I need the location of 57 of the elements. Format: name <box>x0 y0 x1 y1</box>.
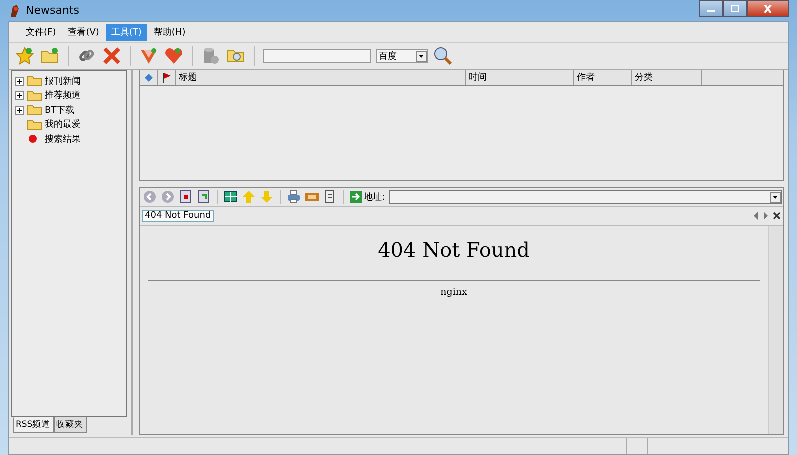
column-header[interactable]: 标题 <box>179 71 197 84</box>
address-field[interactable] <box>389 190 782 204</box>
tree-item[interactable]: 我的最爱 <box>45 118 81 132</box>
column-header[interactable]: 分类 <box>635 71 653 84</box>
maximize-icon <box>730 4 740 12</box>
back-icon[interactable] <box>143 190 157 204</box>
tab-scroll-right-icon[interactable] <box>763 212 769 220</box>
menu-item[interactable]: 文件(F) <box>21 24 62 40</box>
window-title: Newsants <box>26 4 80 17</box>
go-icon[interactable] <box>350 191 362 203</box>
menu-item[interactable]: 查看(V) <box>63 24 104 40</box>
search-field[interactable] <box>263 49 371 63</box>
expander-icon[interactable] <box>14 76 25 86</box>
close-tab-icon[interactable] <box>773 212 781 220</box>
tag-icon[interactable] <box>139 46 159 66</box>
tab[interactable]: 收藏夹 <box>54 417 87 433</box>
delete-icon[interactable] <box>102 46 122 66</box>
heart-icon[interactable] <box>164 46 184 66</box>
folder-icon <box>27 104 43 116</box>
search-engine-dropdown[interactable]: 百度 <box>376 49 428 63</box>
close-button[interactable] <box>747 0 789 17</box>
ok-box-icon[interactable] <box>305 190 319 204</box>
column-header[interactable]: 时间 <box>469 71 487 84</box>
caret-icon <box>770 192 781 202</box>
document-icon[interactable] <box>323 190 337 204</box>
browser-tab[interactable]: 404 Not Found <box>142 210 214 222</box>
minimize-button[interactable] <box>699 0 723 17</box>
expander-icon[interactable] <box>14 91 25 100</box>
folder-icon[interactable] <box>40 46 60 66</box>
grid-icon[interactable] <box>224 190 238 204</box>
menu-item[interactable]: 帮助(H) <box>148 24 191 40</box>
database-icon[interactable] <box>201 46 221 66</box>
tree-item[interactable]: 搜索结果 <box>45 132 81 146</box>
tab[interactable]: RSS频道 <box>13 417 54 433</box>
tree-item[interactable]: 报刊新闻 <box>45 74 81 88</box>
diamond-icon <box>144 74 152 82</box>
refresh-icon[interactable] <box>197 190 211 204</box>
printer-icon[interactable] <box>287 190 301 204</box>
tree-item[interactable]: 推荐频道 <box>45 89 81 102</box>
maximize-button[interactable] <box>723 0 747 17</box>
page-footer: nginx <box>148 287 760 298</box>
address-label: 地址: <box>364 192 386 204</box>
folder-icon <box>27 118 43 131</box>
expander-icon[interactable] <box>14 106 25 115</box>
flag-icon <box>162 72 170 82</box>
stop-icon[interactable] <box>179 190 193 204</box>
page-heading: 404 Not Found <box>377 238 531 262</box>
tree-item[interactable]: BT下载 <box>45 104 75 117</box>
column-header[interactable]: 作者 <box>577 71 595 84</box>
folder-icon <box>27 90 43 102</box>
app-icon <box>8 4 22 18</box>
tab-scroll-left-icon[interactable] <box>753 212 759 220</box>
search-icon[interactable] <box>433 46 453 66</box>
folder-icon <box>27 75 43 88</box>
close-icon <box>763 4 773 12</box>
star-icon[interactable] <box>15 46 35 66</box>
caret-icon <box>416 50 427 62</box>
